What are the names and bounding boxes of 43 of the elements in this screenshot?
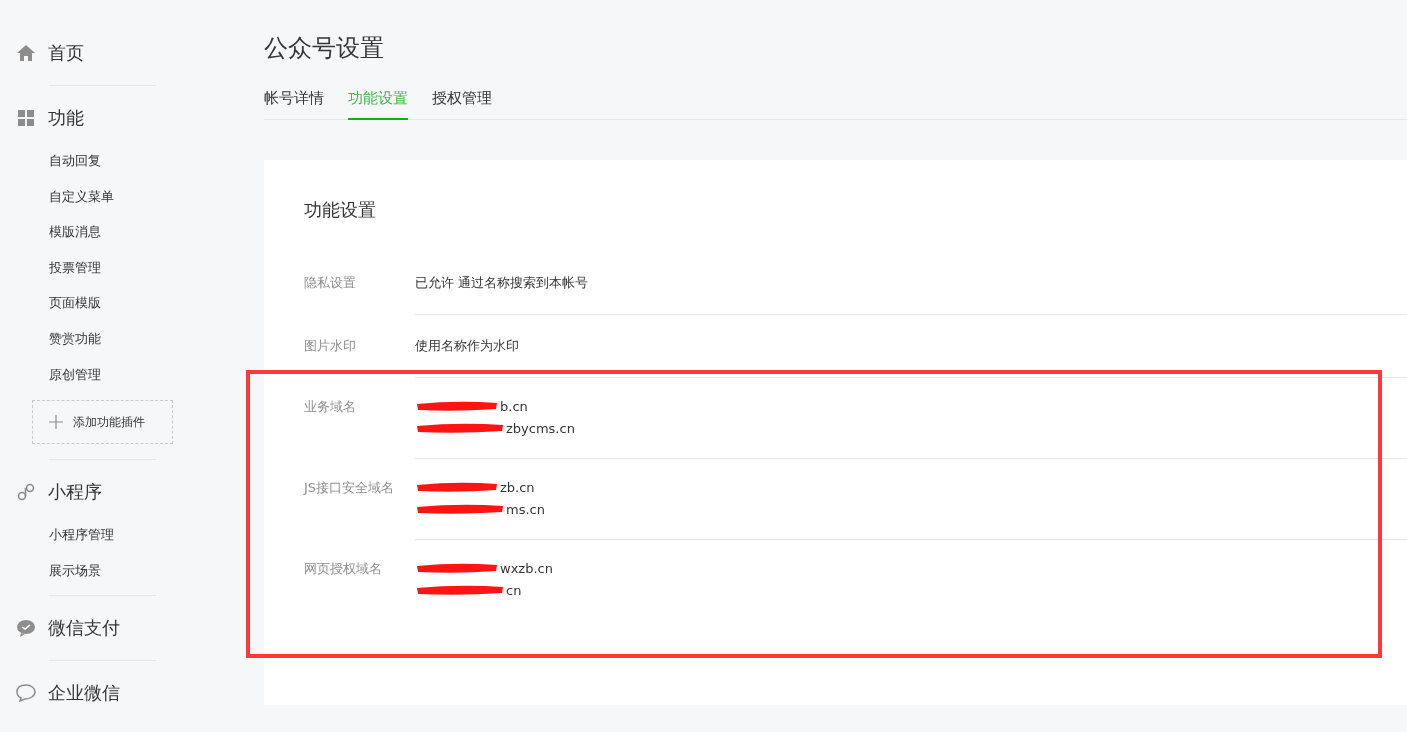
nav-subitem[interactable]: 模版消息 [0, 214, 245, 250]
tab[interactable]: 授权管理 [432, 83, 492, 120]
nav-subitem[interactable]: 自定义菜单 [0, 178, 245, 215]
nav-item[interactable]: 微信支付 [0, 603, 245, 654]
nav-item[interactable]: 小程序 [0, 467, 245, 518]
setting-value: zb.cn [500, 479, 535, 495]
setting-value: cn [506, 582, 522, 598]
nav-item[interactable]: 企业微信 [0, 668, 245, 719]
nav-subitem[interactable]: 自动回复 [0, 143, 245, 179]
setting-value: 使用名称作为水印 [415, 337, 519, 355]
setting-label: 业务域名 [304, 398, 357, 416]
nav-item[interactable]: 功能 [0, 93, 245, 143]
setting-value: b.cn [500, 398, 528, 414]
setting-value: zbycms.cn [506, 420, 575, 436]
nav-item[interactable]: 首页 [0, 28, 245, 78]
nav-subitem[interactable]: 原创管理 [0, 356, 245, 393]
page-title: 公众号设置 [264, 33, 385, 64]
link-icon [16, 482, 36, 503]
nav-subitem[interactable]: 页面模版 [0, 285, 245, 321]
chat-bubble-icon [16, 618, 36, 639]
nav-label: 微信支付 [48, 616, 120, 641]
nav-label: 小程序 [48, 480, 102, 505]
nav-subitem[interactable]: 投票管理 [0, 249, 245, 286]
chat-icon [16, 683, 36, 704]
add-plugin-button[interactable]: 添加功能插件 [32, 400, 173, 445]
setting-value: wxzb.cn [500, 560, 553, 576]
grid-icon [16, 108, 36, 128]
nav-label: 企业微信 [48, 681, 120, 706]
plus-icon [49, 415, 63, 430]
card-title: 功能设置 [304, 198, 377, 222]
nav-label: 功能 [48, 106, 84, 130]
setting-label: 图片水印 [304, 337, 357, 355]
setting-value: ms.cn [506, 501, 545, 517]
setting-label: JS接口安全域名 [304, 479, 396, 497]
nav-subitem[interactable]: 小程序管理 [0, 517, 245, 553]
setting-label: 网页授权域名 [304, 560, 383, 578]
nav-label: 首页 [48, 41, 84, 65]
nav-subitem[interactable]: 展示场景 [0, 552, 245, 589]
nav-subitem[interactable]: 赞赏功能 [0, 320, 245, 357]
home-icon [16, 43, 36, 63]
tab[interactable]: 帐号详情 [264, 83, 324, 120]
setting-value: 已允许 通过名称搜索到本帐号 [415, 274, 589, 292]
setting-label: 隐私设置 [304, 274, 357, 292]
